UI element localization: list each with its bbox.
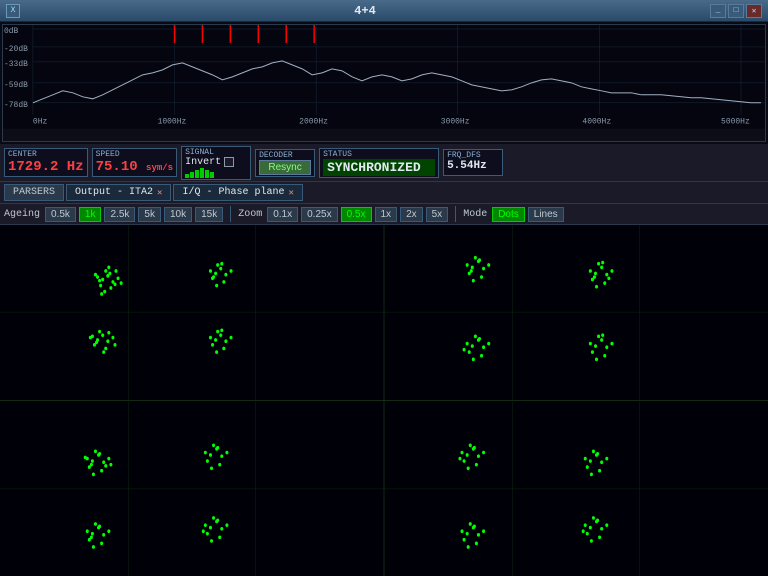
svg-text:1000Hz: 1000Hz [158, 118, 187, 127]
ageing-btn-1k[interactable]: 1k [79, 207, 102, 222]
tab-parsers-label: PARSERS [13, 187, 55, 198]
mode-label: Mode [463, 209, 487, 220]
ageing-btn-05k[interactable]: 0.5k [45, 207, 76, 222]
zoom-btn-05x[interactable]: 0.5x [341, 207, 372, 222]
minimize-button[interactable]: _ [710, 4, 726, 18]
ageing-btn-10k[interactable]: 10k [164, 207, 192, 222]
ageing-btn-25k[interactable]: 2.5k [104, 207, 135, 222]
app-icon-label: X [11, 6, 16, 15]
resync-button[interactable]: Resync [259, 160, 311, 175]
invert-checkbox[interactable] [224, 157, 234, 167]
zoom-btn-01x[interactable]: 0.1x [267, 207, 298, 222]
constellation-svg [0, 225, 768, 576]
speed-label: SPEED [96, 150, 173, 159]
ageing-btn-5k[interactable]: 5k [138, 207, 161, 222]
fft-display: FFT Window AVERAGING×10 [2, 24, 766, 142]
svg-text:3000Hz: 3000Hz [441, 118, 470, 127]
center-label: CENTER [8, 150, 84, 159]
signal-bar-2 [190, 172, 194, 178]
status-value: SYNCHRONIZED [323, 159, 435, 176]
svg-text:0dB: 0dB [4, 27, 19, 36]
svg-text:-78dB: -78dB [4, 101, 28, 110]
constellation-area [0, 225, 768, 576]
svg-text:2000Hz: 2000Hz [299, 118, 328, 127]
fft-svg: 0dB -20dB -33dB -59dB -78dB 0Hz 1000Hz 2… [3, 25, 765, 129]
speed-number: 75.10 [96, 159, 138, 175]
freq-dfs-label: FRQ_DFS [447, 151, 499, 160]
invert-row: Invert [185, 157, 247, 168]
signal-bar-3 [195, 170, 199, 178]
decoder-label: DECODER [259, 151, 311, 160]
svg-text:-59dB: -59dB [4, 81, 28, 90]
tab-parsers[interactable]: PARSERS [4, 184, 64, 201]
sep-1 [230, 206, 231, 222]
mode-btn-lines[interactable]: Lines [528, 207, 564, 222]
zoom-btn-1x[interactable]: 1x [375, 207, 398, 222]
signal-group: SIGNAL Invert [181, 146, 251, 180]
zoom-label: Zoom [238, 209, 262, 220]
title-bar: X 4+4 _ □ ✕ [0, 0, 768, 22]
signal-bar-4 [200, 168, 204, 178]
signal-bar-5 [205, 170, 209, 178]
svg-text:-33dB: -33dB [4, 60, 28, 69]
tab-iq-label: I/Q - Phase plane [182, 187, 284, 198]
tabs-row: PARSERS Output - ITA2 ✕ I/Q - Phase plan… [0, 182, 768, 204]
zoom-btn-025x[interactable]: 0.25x [301, 207, 337, 222]
speed-group: SPEED 75.10 sym/s [92, 148, 177, 178]
status-group: STATUS SYNCHRONIZED [319, 148, 439, 178]
signal-bar-1 [185, 174, 189, 178]
svg-text:4000Hz: 4000Hz [582, 118, 611, 127]
freq-dfs-group: FRQ_DFS 5.54Hz [443, 149, 503, 175]
signal-label: SIGNAL [185, 148, 247, 157]
ageing-label: Ageing [4, 209, 40, 220]
ageing-btn-15k[interactable]: 15k [195, 207, 223, 222]
freq-dfs-value: 5.54Hz [447, 160, 499, 173]
svg-text:0Hz: 0Hz [33, 118, 48, 127]
tab-output-label: Output - ITA2 [75, 187, 153, 198]
sep-2 [455, 206, 456, 222]
speed-unit: sym/s [146, 163, 173, 173]
svg-text:5000Hz: 5000Hz [721, 118, 750, 127]
window-controls: _ □ ✕ [710, 4, 762, 18]
zoom-btn-2x[interactable]: 2x [400, 207, 423, 222]
maximize-button[interactable]: □ [728, 4, 744, 18]
controls-row: CENTER 1729.2 Hz SPEED 75.10 sym/s SIGNA… [0, 144, 768, 182]
signal-bar-6 [210, 172, 214, 178]
center-value: 1729.2 Hz [8, 159, 84, 176]
svg-text:-20dB: -20dB [4, 45, 28, 54]
tab-iq-close[interactable]: ✕ [288, 188, 293, 198]
close-button[interactable]: ✕ [746, 4, 762, 18]
decoder-group: DECODER Resync [255, 149, 315, 177]
speed-value: 75.10 sym/s [96, 159, 173, 176]
tab-output-ita2[interactable]: Output - ITA2 ✕ [66, 184, 171, 201]
status-label: STATUS [323, 150, 435, 159]
tab-output-close[interactable]: ✕ [157, 188, 162, 198]
center-group: CENTER 1729.2 Hz [4, 148, 88, 178]
mode-btn-dots[interactable]: Dots [492, 207, 525, 222]
zoom-btn-5x[interactable]: 5x [426, 207, 449, 222]
signal-bars [185, 168, 247, 178]
invert-label: Invert [185, 157, 221, 168]
controls-bar: Ageing 0.5k 1k 2.5k 5k 10k 15k Zoom 0.1x… [0, 204, 768, 225]
main-area: FFT Window AVERAGING×10 [0, 22, 768, 576]
app-icon: X [6, 4, 20, 18]
window-title: 4+4 [20, 4, 710, 18]
tab-iq-phase[interactable]: I/Q - Phase plane ✕ [173, 184, 302, 201]
